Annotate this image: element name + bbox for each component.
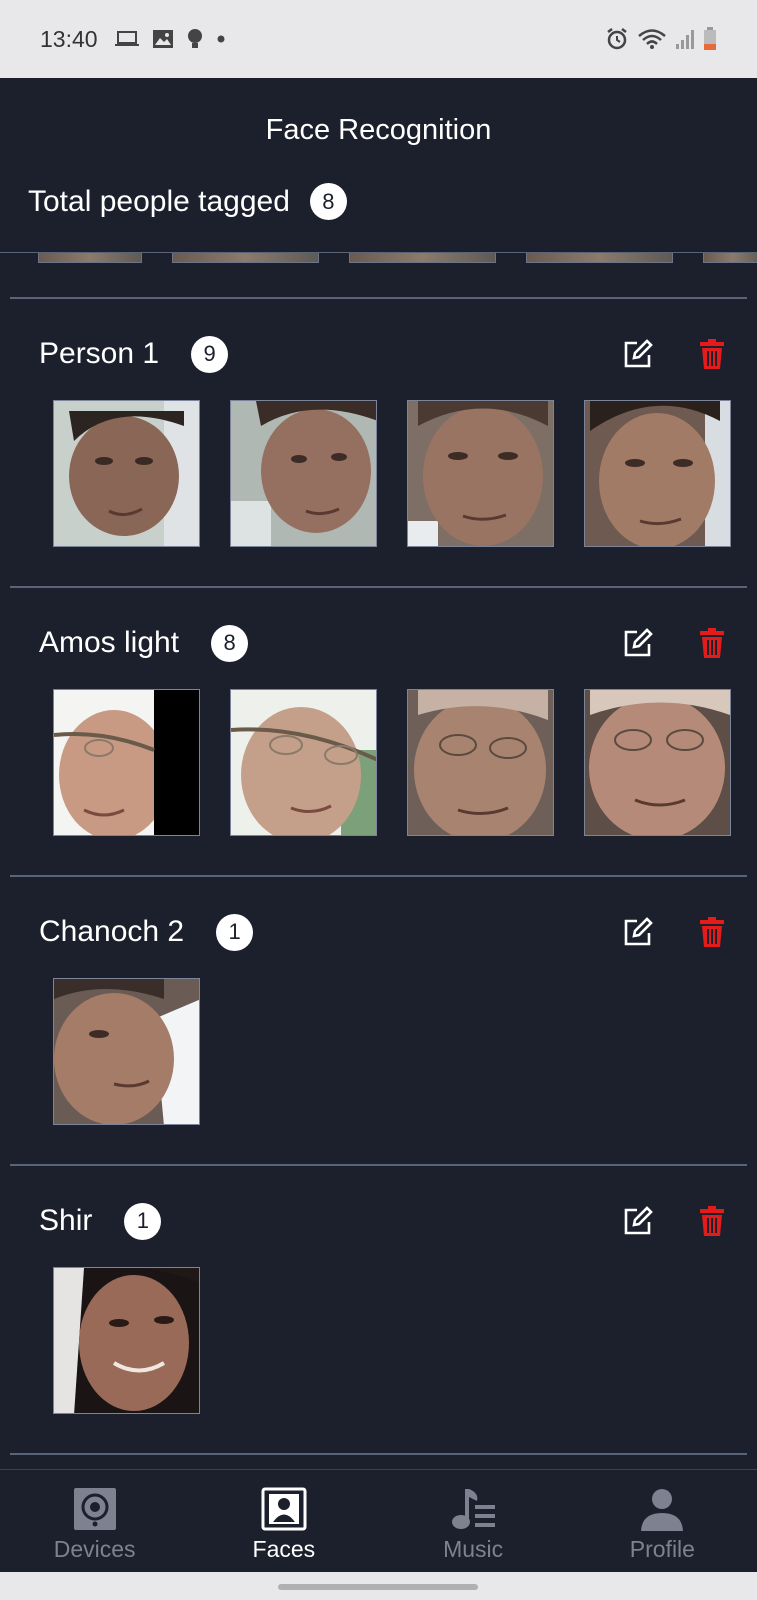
edit-icon[interactable] xyxy=(621,626,655,660)
status-bar: 13:40 xyxy=(0,0,757,78)
nav-label: Music xyxy=(443,1536,504,1562)
face-thumbnail[interactable] xyxy=(172,253,319,263)
face-count-badge: 1 xyxy=(124,1202,162,1240)
face-thumbnail[interactable] xyxy=(53,689,200,836)
music-icon xyxy=(449,1486,497,1532)
face-thumbnail[interactable] xyxy=(53,978,200,1125)
trash-icon[interactable] xyxy=(695,915,729,949)
face-thumbnail[interactable] xyxy=(703,253,757,263)
face-thumbnail[interactable] xyxy=(526,253,673,263)
laptop-icon xyxy=(114,31,139,46)
person-name: Person 1 xyxy=(39,337,160,370)
person-header: Person 1 9 xyxy=(39,334,729,374)
face-thumbnails-row xyxy=(53,400,731,547)
face-thumbnail[interactable] xyxy=(407,400,554,547)
face-thumbnails-row xyxy=(53,978,200,1125)
face-thumbnail[interactable] xyxy=(53,400,200,547)
person-name: Amos light xyxy=(39,626,180,659)
edit-icon[interactable] xyxy=(621,1204,655,1238)
person-header: Shir 1 xyxy=(39,1201,729,1241)
image-icon xyxy=(152,30,173,48)
person-name: Shir xyxy=(39,1204,93,1237)
total-people-badge: 8 xyxy=(309,183,347,220)
face-thumbnail[interactable] xyxy=(407,689,554,836)
bottom-navigation: Devices Faces Music Profile xyxy=(0,1469,757,1572)
face-count-badge: 1 xyxy=(216,913,254,951)
total-people-label: Total people tagged xyxy=(28,184,290,218)
trash-icon[interactable] xyxy=(695,1204,729,1238)
face-thumbnail[interactable] xyxy=(38,253,142,263)
previous-section-peek xyxy=(0,253,757,263)
nav-label: Devices xyxy=(53,1536,136,1562)
section-divider xyxy=(10,1453,747,1455)
face-thumbnail[interactable] xyxy=(230,689,377,836)
page-title: Face Recognition xyxy=(265,114,492,146)
battery-icon xyxy=(704,27,716,50)
home-gesture-bar[interactable] xyxy=(278,1584,478,1590)
total-people-row: Total people tagged 8 xyxy=(28,183,347,220)
portrait-icon xyxy=(261,1486,307,1532)
nav-label: Faces xyxy=(252,1536,316,1562)
nav-label: Profile xyxy=(629,1536,695,1562)
speaker-icon xyxy=(73,1486,117,1532)
signal-icon xyxy=(676,30,694,49)
nav-item-music[interactable]: Music xyxy=(379,1470,568,1572)
trash-icon[interactable] xyxy=(695,626,729,660)
wifi-icon xyxy=(638,29,666,49)
system-gesture-area xyxy=(0,1572,757,1600)
person-card: Chanoch 2 1 xyxy=(0,877,757,1164)
person-name: Chanoch 2 xyxy=(39,915,185,948)
face-thumbnail[interactable] xyxy=(584,689,731,836)
nav-item-devices[interactable]: Devices xyxy=(0,1470,189,1572)
person-card: Shir 1 xyxy=(0,1166,757,1453)
faces-list[interactable]: Person 1 9 Amos light 8 Chanoch 2 1 Shir… xyxy=(0,253,757,1469)
face-thumbnail[interactable] xyxy=(53,1267,200,1414)
status-notification-icons xyxy=(114,28,226,50)
person-card: Amos light 8 xyxy=(0,588,757,875)
edit-icon[interactable] xyxy=(621,915,655,949)
alarm-icon xyxy=(607,28,627,50)
dot-icon xyxy=(217,35,225,43)
person-header: Chanoch 2 1 xyxy=(39,912,729,952)
status-time: 13:40 xyxy=(40,25,98,52)
lightbulb-icon xyxy=(187,29,202,48)
status-system-icons xyxy=(605,27,717,51)
face-thumbnail[interactable] xyxy=(349,253,496,263)
person-header: Amos light 8 xyxy=(39,623,729,663)
face-thumbnails-row xyxy=(53,1267,200,1414)
edit-icon[interactable] xyxy=(621,337,655,371)
face-thumbnail[interactable] xyxy=(230,400,377,547)
nav-item-profile[interactable]: Profile xyxy=(568,1470,757,1572)
person-card: Person 1 9 xyxy=(0,299,757,586)
trash-icon[interactable] xyxy=(695,337,729,371)
person-icon xyxy=(640,1486,684,1532)
nav-item-faces[interactable]: Faces xyxy=(189,1470,378,1572)
face-thumbnail[interactable] xyxy=(584,400,731,547)
face-count-badge: 9 xyxy=(191,335,229,373)
app-header: Face Recognition Total people tagged 8 xyxy=(0,78,757,253)
face-count-badge: 8 xyxy=(211,624,249,662)
face-thumbnails-row xyxy=(53,689,731,836)
